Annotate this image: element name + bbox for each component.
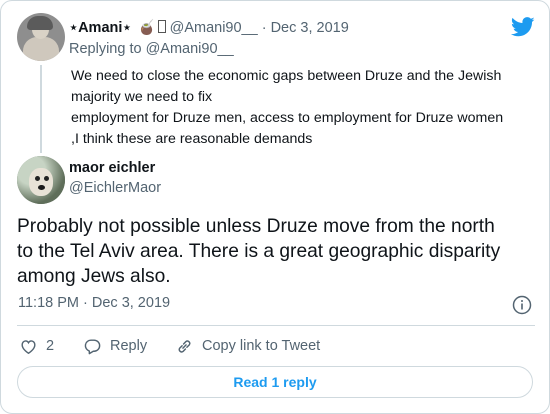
info-icon[interactable] (512, 295, 532, 315)
reply-label: Reply (110, 338, 148, 354)
parent-display-name[interactable]: ⋆Amani⋆ (69, 20, 131, 36)
parent-text-line: majority we need to fix (71, 89, 213, 105)
copy-link-button[interactable]: Copy link to Tweet (175, 335, 320, 357)
reply-bubble-icon (84, 338, 101, 354)
parent-tweet-text: We need to close the economic gaps betwe… (71, 66, 541, 150)
action-divider (17, 325, 535, 326)
reply-button[interactable]: Reply (83, 335, 147, 357)
like-count: 2 (46, 338, 55, 354)
parent-date[interactable]: Dec 3, 2019 (271, 20, 349, 36)
tweet-text-line: Probably not possible unless Druze move … (17, 216, 495, 237)
replying-to-label: Replying to (69, 41, 142, 57)
parent-avatar[interactable] (17, 13, 65, 61)
tweet-text: Probably not possible unless Druze move … (17, 214, 537, 289)
author-avatar[interactable] (17, 156, 65, 204)
like-button[interactable]: 2 (19, 335, 54, 357)
author-handle[interactable]: @EichlerMaor (69, 180, 161, 196)
replying-to-handle[interactable]: @Amani90__ (146, 41, 234, 57)
heart-icon (21, 339, 36, 354)
tweet-text-line: among Jews also. (17, 266, 171, 287)
parent-text-line: ,I think these are reasonable demands (71, 131, 313, 147)
parent-handle[interactable]: @Amani90__ (170, 20, 258, 36)
tweet-actions: 2 Reply Copy link to Tweet (17, 335, 535, 357)
parent-tweet-header: ⋆Amani⋆ 🧉 @Amani90__ · Dec 3, 2019 (69, 19, 349, 36)
header-separator: · (261, 20, 267, 36)
thread-connector-line (40, 65, 42, 153)
missing-glyph-icon (157, 20, 166, 33)
copy-link-label: Copy link to Tweet (202, 338, 321, 354)
read-replies-button[interactable]: Read 1 reply (17, 366, 533, 398)
replying-to: Replying to @Amani90__ (69, 41, 234, 57)
parent-text-line: employment for Druze men, access to empl… (71, 110, 504, 126)
tweet-text-line: to the Tel Aviv area. There is a great g… (17, 241, 501, 262)
twitter-bird-icon[interactable] (511, 17, 535, 37)
author-display-name[interactable]: maor eichler (69, 160, 155, 176)
parent-name-emoji: 🧉 (137, 20, 156, 36)
embedded-tweet-card: ⋆Amani⋆ 🧉 @Amani90__ · Dec 3, 2019 Reply… (0, 0, 550, 414)
parent-text-line: We need to close the economic gaps betwe… (71, 68, 502, 84)
link-icon (178, 339, 191, 353)
tweet-timestamp[interactable]: 11:18 PM · Dec 3, 2019 (18, 295, 170, 311)
